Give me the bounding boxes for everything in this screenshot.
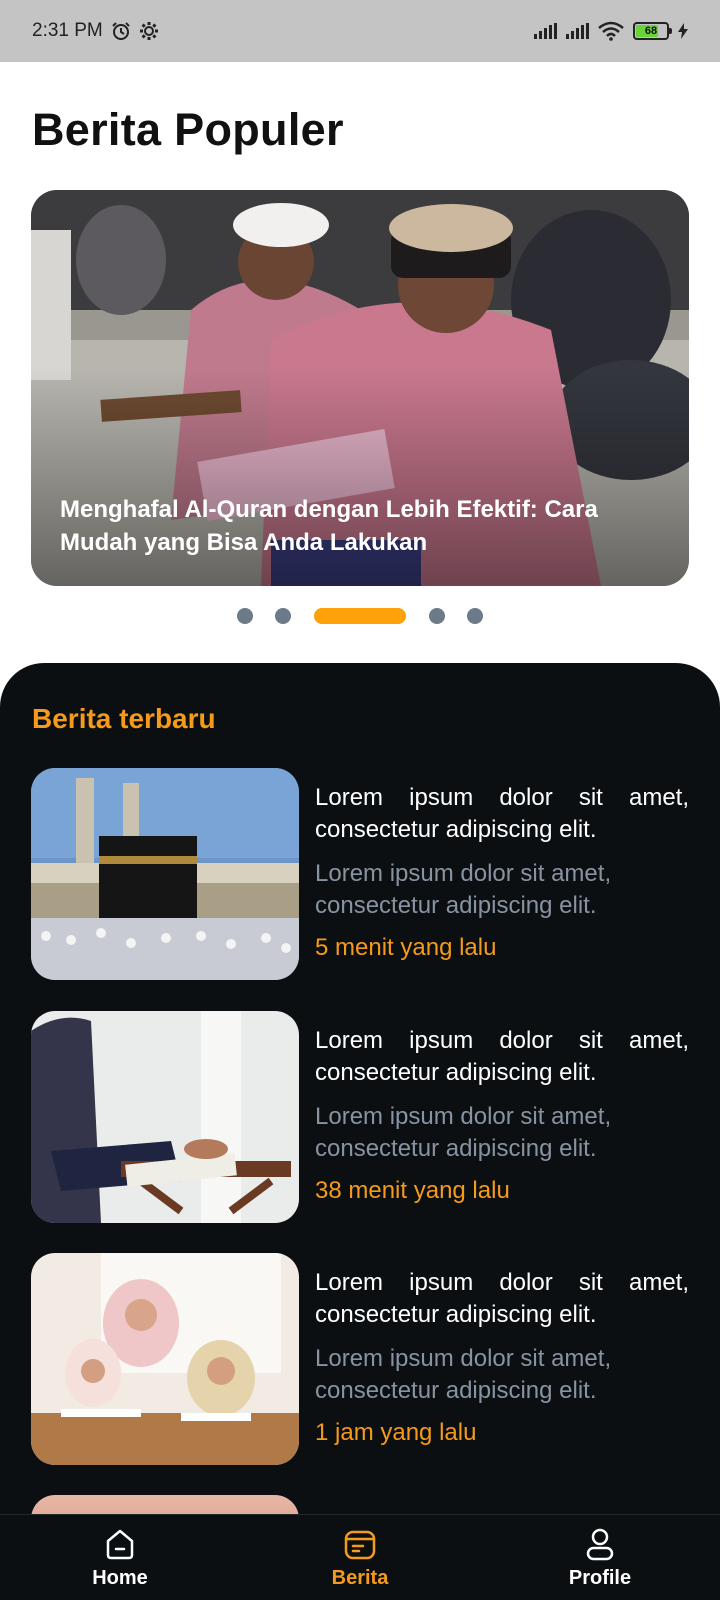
featured-news-card[interactable]: Menghafal Al-Quran dengan Lebih Efektif:… <box>31 190 689 586</box>
page-title: Berita Populer <box>32 104 344 155</box>
pager-dot[interactable] <box>467 608 483 624</box>
nav-item-profile[interactable]: Profile <box>480 1515 720 1600</box>
signal-icon-2 <box>566 23 589 39</box>
status-time: 2:31 PM <box>32 20 103 41</box>
pager-dot[interactable] <box>429 608 445 624</box>
news-thumbnail-kaaba <box>31 768 299 980</box>
news-item[interactable]: Lorem ipsum dolor sit amet, consectetur … <box>31 1011 689 1223</box>
alarm-icon <box>112 22 130 40</box>
pager-dot-active[interactable] <box>314 608 406 624</box>
news-text: Lorem ipsum dolor sit amet, consectetur … <box>315 1025 689 1207</box>
nav-label-home: Home <box>92 1567 148 1589</box>
wifi-icon <box>598 21 624 41</box>
signal-icon <box>534 23 557 39</box>
nav-item-home[interactable]: Home <box>0 1515 240 1600</box>
news-summary: Lorem ipsum dolor sit amet, consectetur … <box>315 1103 612 1162</box>
settings-icon <box>139 22 158 40</box>
carousel-pager <box>0 608 720 624</box>
news-item[interactable]: Lorem ipsum dolor sit amet, consectetur … <box>31 768 689 980</box>
home-icon <box>106 1529 134 1560</box>
news-time: 5 menit yang lalu <box>315 934 497 961</box>
news-text: Lorem ipsum dolor sit amet, consectetur … <box>315 782 689 964</box>
status-bar: 2:31 PM 68 <box>0 0 720 62</box>
battery-icon: 68 <box>633 22 672 40</box>
nav-item-berita[interactable]: Berita <box>240 1515 480 1600</box>
news-thumbnail-quran <box>31 1011 299 1223</box>
pager-dot[interactable] <box>275 608 291 624</box>
pager-dot[interactable] <box>237 608 253 624</box>
nav-label-profile: Profile <box>568 1567 632 1589</box>
profile-icon <box>586 1528 614 1561</box>
bottom-nav: Home Berita Profile <box>0 1514 720 1600</box>
news-thumbnail-studying <box>31 1253 299 1465</box>
news-time: 38 menit yang lalu <box>315 1177 510 1204</box>
news-title: Lorem ipsum dolor sit amet, consectetur … <box>315 1269 689 1328</box>
battery-level: 68 <box>644 25 658 37</box>
news-title: Lorem ipsum dolor sit amet, consectetur … <box>315 784 689 843</box>
latest-news-panel: Berita terbaru Lorem ipsum dolor sit ame… <box>0 663 720 1600</box>
status-right: 68 <box>534 21 688 41</box>
news-text: Lorem ipsum dolor sit amet, consectetur … <box>315 1267 689 1449</box>
status-left: 2:31 PM <box>32 20 159 42</box>
featured-news-title: Menghafal Al-Quran dengan Lebih Efektif:… <box>60 496 598 556</box>
news-title: Lorem ipsum dolor sit amet, consectetur … <box>315 1027 689 1086</box>
charging-icon <box>678 23 688 39</box>
section-title: Berita terbaru <box>32 703 216 734</box>
news-time: 1 jam yang lalu <box>315 1419 477 1446</box>
news-summary: Lorem ipsum dolor sit amet, consectetur … <box>315 1345 612 1404</box>
news-summary: Lorem ipsum dolor sit amet, consectetur … <box>315 860 612 919</box>
news-icon <box>344 1530 376 1560</box>
news-item[interactable]: Lorem ipsum dolor sit amet, consectetur … <box>31 1253 689 1465</box>
nav-label-berita: Berita <box>331 1567 389 1589</box>
